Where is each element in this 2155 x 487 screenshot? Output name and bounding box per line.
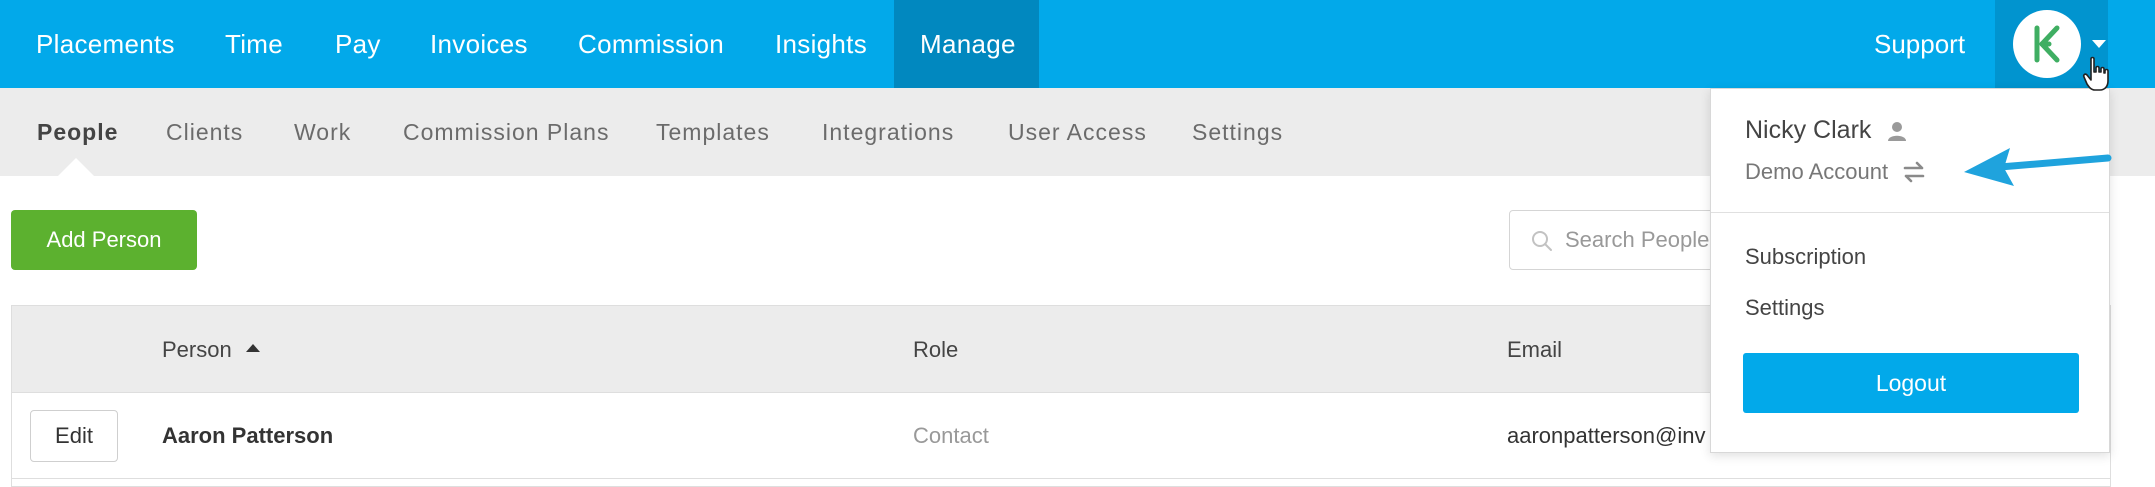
tab-integrations[interactable]: Integrations (822, 88, 954, 176)
column-header-email[interactable]: Email (1507, 306, 1562, 393)
tab-commission-plans[interactable]: Commission Plans (403, 88, 609, 176)
search-icon (1532, 231, 1552, 251)
annotation-arrow-icon (1964, 148, 2112, 186)
tab-templates[interactable]: Templates (656, 88, 770, 176)
switch-account-icon[interactable] (1902, 161, 1926, 183)
tab-user-access[interactable]: User Access (1008, 88, 1147, 176)
tab-clients[interactable]: Clients (166, 88, 243, 176)
tab-settings[interactable]: Settings (1192, 88, 1283, 176)
active-tab-pointer (58, 158, 94, 176)
nav-support[interactable]: Support (1848, 0, 1991, 88)
nav-placements[interactable]: Placements (10, 0, 201, 88)
edit-button[interactable]: Edit (30, 410, 118, 462)
hand-cursor-icon (2082, 56, 2109, 91)
nav-manage[interactable]: Manage (894, 0, 1039, 88)
menu-item-settings[interactable]: Settings (1745, 295, 1825, 321)
column-header-person[interactable]: Person (162, 306, 260, 393)
add-person-button[interactable]: Add Person (11, 210, 197, 270)
column-header-role[interactable]: Role (913, 306, 958, 393)
top-nav: Placements Time Pay Invoices Commission … (0, 0, 2155, 88)
nav-commission[interactable]: Commission (552, 0, 750, 88)
nav-invoices[interactable]: Invoices (404, 0, 554, 88)
nav-pay[interactable]: Pay (309, 0, 407, 88)
person-name[interactable]: Aaron Patterson (162, 393, 333, 479)
logout-button[interactable]: Logout (1743, 353, 2079, 413)
user-icon (1888, 122, 1906, 141)
sort-ascending-icon (245, 344, 260, 353)
avatar[interactable] (2013, 10, 2081, 78)
person-role: Contact (913, 423, 989, 448)
chevron-down-icon (2092, 40, 2106, 48)
app-logo-icon (2034, 25, 2060, 63)
person-email: aaronpatterson@inv (1507, 423, 1706, 448)
divider (1711, 212, 2109, 213)
tab-work[interactable]: Work (294, 88, 351, 176)
account-name: Demo Account (1745, 159, 1889, 184)
user-name: Nicky Clark (1745, 116, 1872, 144)
menu-item-subscription[interactable]: Subscription (1745, 244, 1866, 270)
nav-insights[interactable]: Insights (749, 0, 893, 88)
nav-time[interactable]: Time (199, 0, 309, 88)
column-header-label: Person (162, 337, 232, 362)
